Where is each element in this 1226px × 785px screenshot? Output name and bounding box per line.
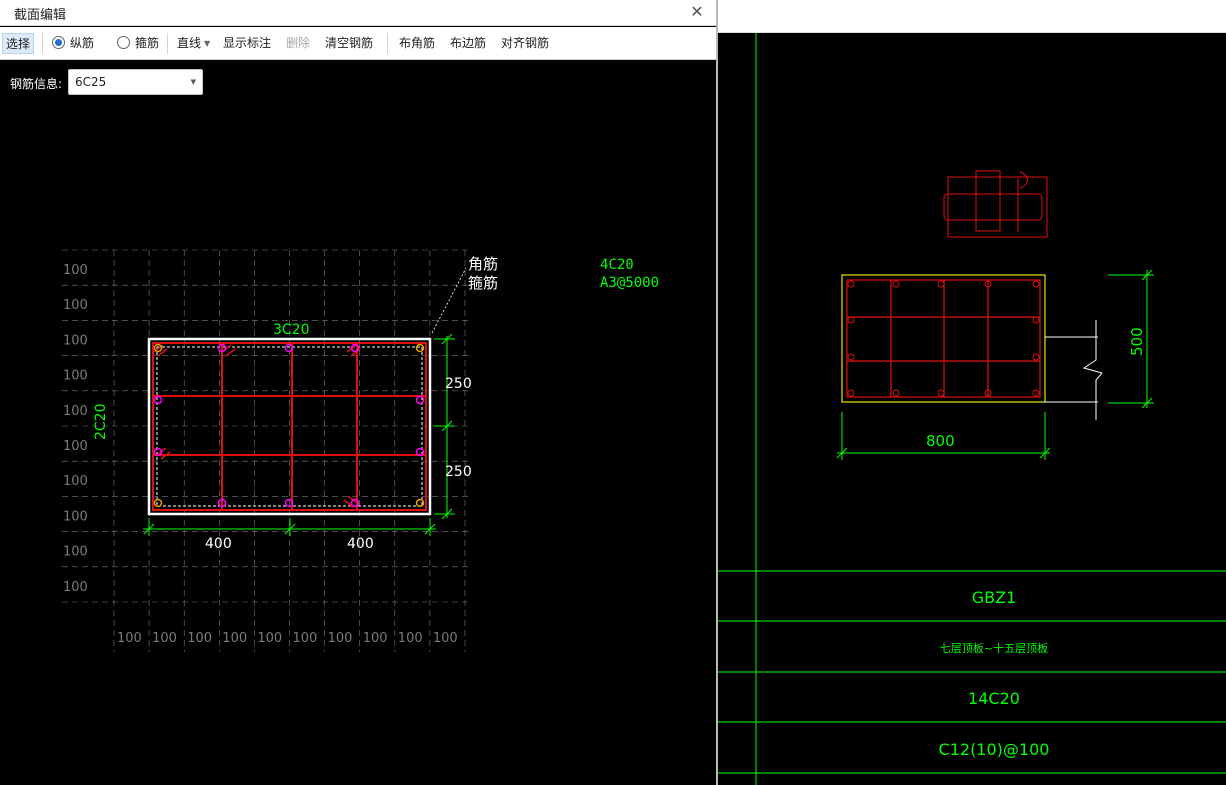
grid xyxy=(62,249,468,652)
grid-row-label: 100 xyxy=(63,545,88,560)
grid-column-label: 100 xyxy=(398,631,423,646)
grid-column-label: 100 xyxy=(257,631,282,646)
dimension-width-2: 400 xyxy=(347,536,374,552)
grid-row-label: 100 xyxy=(63,263,88,278)
cad-stirrups xyxy=(846,279,1041,398)
vertical-dimension xyxy=(434,333,455,520)
break-line xyxy=(1045,320,1103,420)
dimension-height-2: 250 xyxy=(445,464,472,480)
grid-column-label: 100 xyxy=(117,631,142,646)
table-floor-range: 七层顶板~十五层顶板 xyxy=(940,641,1048,655)
cad-dimension-height: 500 xyxy=(1128,327,1146,356)
grid-row-label: 100 xyxy=(63,404,88,419)
hook-mark xyxy=(156,447,171,460)
grid-column-label: 100 xyxy=(293,631,318,646)
grid-row-label: 100 xyxy=(63,298,88,313)
table-stirrup-spec: C12(10)@100 xyxy=(939,740,1050,759)
hook-mark xyxy=(343,495,358,508)
table-longitudinal-rebar: 14C20 xyxy=(968,689,1020,708)
grid-row-label: 100 xyxy=(63,369,88,384)
side-rebar-label[interactable]: 2C20 xyxy=(93,404,109,441)
drawing-frame xyxy=(718,33,1226,785)
grid-row-label: 100 xyxy=(63,509,88,524)
grid-row-label: 100 xyxy=(63,439,88,454)
top-rebar-label[interactable]: 3C20 xyxy=(273,322,310,338)
callout-corner-rebar: 角筋 xyxy=(468,255,498,273)
grid-column-label: 100 xyxy=(187,631,212,646)
stirrup-detail xyxy=(943,170,1048,238)
grid-row-label: 100 xyxy=(63,474,88,489)
grid-column-label: 100 xyxy=(433,631,458,646)
dimension-width-1: 400 xyxy=(205,536,232,552)
cad-dimension-width: 800 xyxy=(926,432,955,450)
rebars[interactable] xyxy=(153,343,425,508)
callout-leader xyxy=(431,267,467,334)
section-editor-dialog: 截面编辑 ✕ 选择 纵筋 箍筋 直线 ▼ 显示标注 删除 清空钢筋 布角筋 布边筋… xyxy=(0,0,716,785)
grid-column-label: 100 xyxy=(222,631,247,646)
section-canvas[interactable]: 100 100 100 100 100 100 100 100 100 100 100 100 100 1… xyxy=(0,0,716,785)
grid-column-label: 100 xyxy=(363,631,388,646)
edge-rebar[interactable] xyxy=(153,395,163,405)
dimension-height-1: 250 xyxy=(445,376,472,392)
cad-canvas[interactable]: 500 800 GBZ1 七层顶板~十五层顶板 14C20 C12(10)@10… xyxy=(718,0,1226,785)
info-rebar-label: 4C20 xyxy=(600,257,634,273)
table-component-id: GBZ1 xyxy=(972,588,1017,607)
horizontal-dimension xyxy=(143,518,436,536)
grid-column-label: 100 xyxy=(152,631,177,646)
cad-drawing-pane: 500 800 GBZ1 七层顶板~十五层顶板 14C20 C12(10)@10… xyxy=(718,0,1226,785)
grid-row-label: 100 xyxy=(63,333,88,348)
grid-row-label: 100 xyxy=(63,580,88,595)
corner-rebar[interactable] xyxy=(153,498,163,508)
info-stirrup-label: A3@5000 xyxy=(600,275,659,291)
grid-column-label: 100 xyxy=(328,631,353,646)
callout-stirrup: 箍筋 xyxy=(468,274,498,292)
